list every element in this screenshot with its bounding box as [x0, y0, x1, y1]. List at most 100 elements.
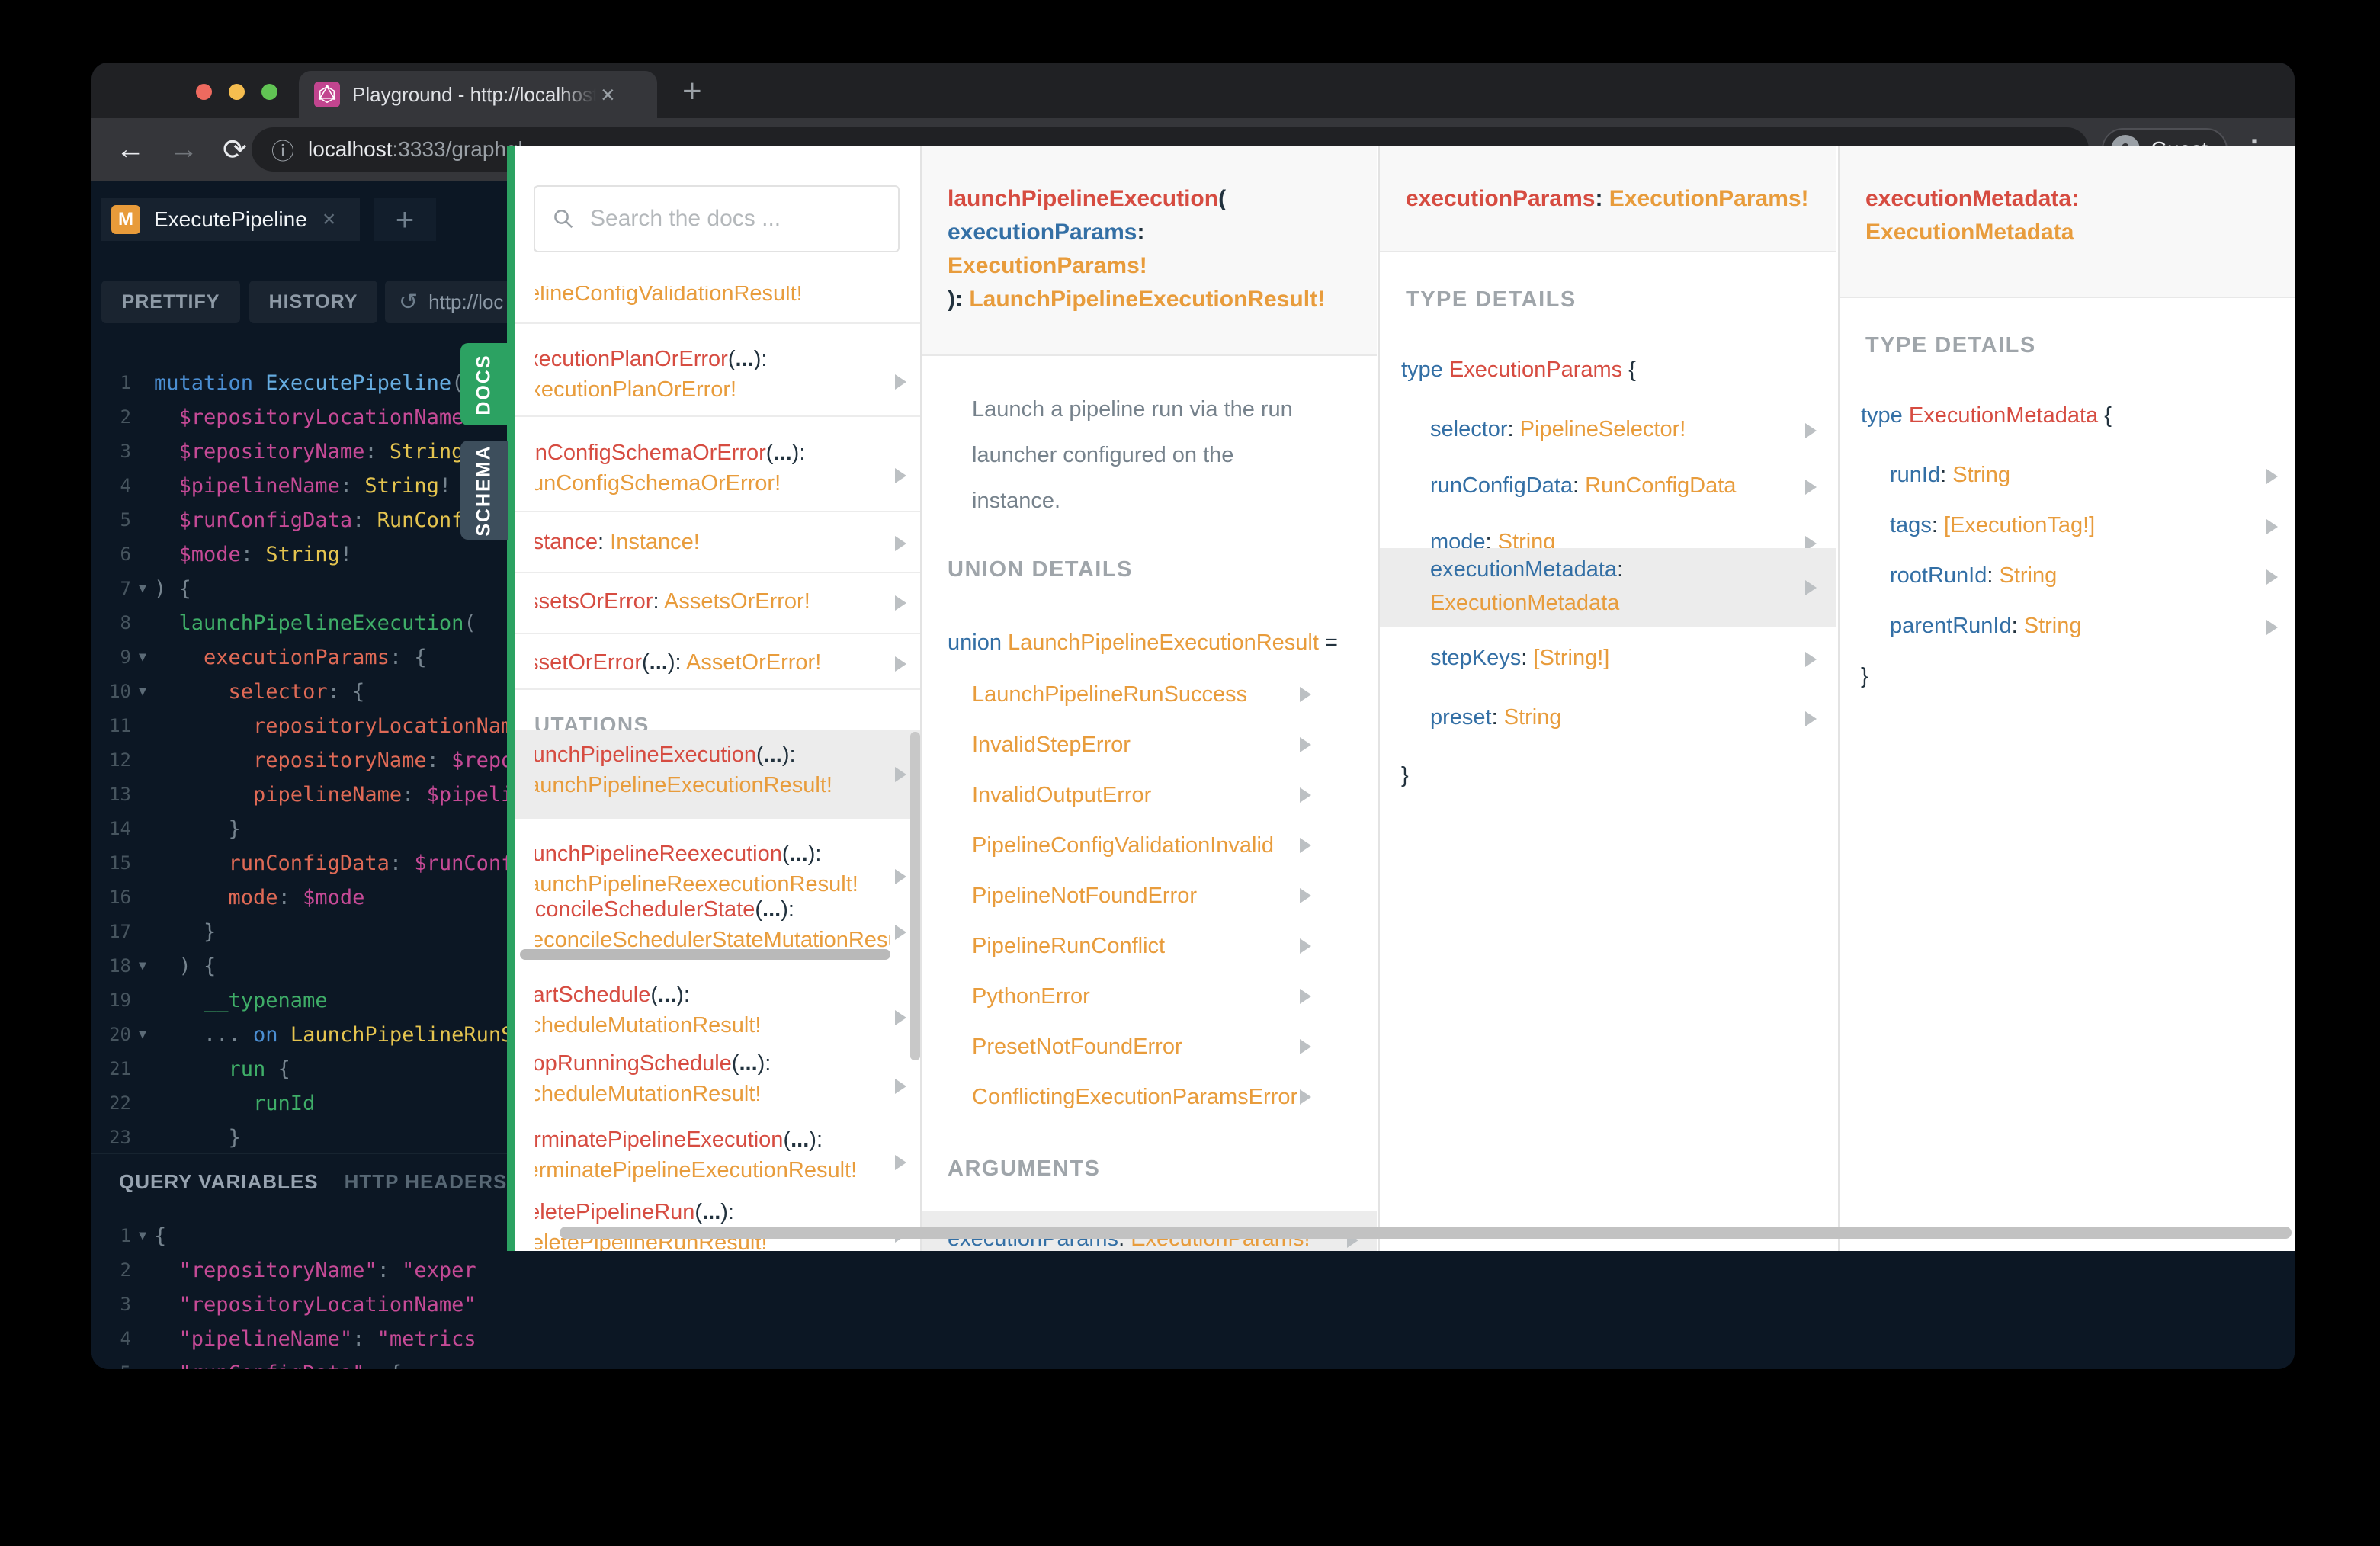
new-tab-button[interactable]: +	[682, 75, 702, 108]
type-field-row[interactable]: rootRunId: String	[1890, 563, 2057, 589]
doc-field-row[interactable]: instance: Instance!	[515, 518, 920, 571]
tab-http-headers[interactable]: HTTP HEADERS	[345, 1170, 508, 1194]
prettify-button[interactable]: PRETTIFY	[101, 281, 240, 323]
docs-search-input[interactable]: Search the docs ...	[534, 185, 900, 252]
code-line[interactable]: 13 pipelineName: $pipelineName	[91, 778, 516, 812]
code-line[interactable]: 12 repositoryName: $repositoryName	[91, 743, 516, 778]
code-line[interactable]: 3 "repositoryLocationName"	[91, 1288, 516, 1322]
code-line[interactable]: 14 }	[91, 812, 516, 846]
endpoint-reload-icon[interactable]: ↺	[399, 289, 418, 316]
code-line[interactable]: 7 ▼) {	[91, 572, 516, 606]
code-line[interactable]: 2 $repositoryLocationName: String!	[91, 400, 516, 435]
code-line[interactable]: 19 __typename	[91, 983, 516, 1018]
code-line[interactable]: 11 repositoryLocationName: $repositoryLo…	[91, 709, 516, 743]
tab-close-icon[interactable]: ×	[601, 82, 615, 107]
code-line[interactable]: 1 ▼{	[91, 1219, 516, 1253]
doc-field-row[interactable]: runConfigSchemaOrError(...): RunConfigSch…	[515, 428, 920, 523]
union-member-row[interactable]: InvalidOutputError	[972, 783, 1311, 808]
session-close-icon[interactable]: ×	[322, 207, 336, 233]
error-mark	[91, 1368, 98, 1369]
union-member-row[interactable]: LaunchPipelineRunSuccess	[972, 682, 1311, 707]
code-line[interactable]: 6 $mode: String!	[91, 537, 516, 572]
chevron-right-icon	[1805, 580, 1817, 595]
docs-metadata-column: executionMetadata: ExecutionMetadata TYPE …	[1840, 146, 2295, 1251]
code-line[interactable]: 18 ▼ ) {	[91, 949, 516, 983]
code-line[interactable]: 2 "repositoryName": "exper	[91, 1253, 516, 1288]
maximize-window-button[interactable]	[261, 84, 277, 100]
arguments-header: ARGUMENTS	[948, 1156, 1101, 1181]
chevron-right-icon	[1300, 687, 1311, 702]
code-line[interactable]: 4 "pipelineName": "metrics	[91, 1322, 516, 1356]
code-line[interactable]: 10 ▼ selector: {	[91, 675, 516, 709]
docs-horizontal-scrollbar[interactable]	[560, 1227, 2292, 1239]
union-declaration: union LaunchPipelineExecutionResult =	[948, 630, 1338, 655]
code-line[interactable]: 17 }	[91, 915, 516, 949]
code-line[interactable]: 15 runConfigData: $runConfigData	[91, 846, 516, 880]
query-editor[interactable]: 1 mutation ExecutePipeline(2 $repositoryL…	[91, 366, 516, 1153]
info-circle-icon[interactable]: ⓘ	[271, 133, 294, 166]
type-field-row-selected[interactable]: executionMetadata: ExecutionMetadata	[1380, 548, 1836, 627]
code-line[interactable]: 23 }	[91, 1121, 516, 1153]
chevron-right-icon	[895, 374, 906, 390]
list-divider	[515, 572, 920, 573]
browser-tab[interactable]: Playground - http://localhost:3 ×	[299, 71, 657, 118]
search-icon	[554, 210, 573, 229]
docs-field-detail-column: launchPipelineExecution( executionParams…	[922, 146, 1377, 1251]
tab-docs[interactable]: DOCS	[460, 343, 508, 425]
code-line[interactable]: 16 mode: $mode	[91, 880, 516, 915]
type-field-row[interactable]: tags: [ExecutionTag!]	[1890, 513, 2095, 538]
doc-field-row[interactable]: launchPipelineExecution(...): LaunchPipel…	[515, 730, 920, 819]
type-field-row[interactable]: parentRunId: String	[1890, 614, 2082, 639]
union-member-row[interactable]: PipelineNotFoundError	[972, 884, 1311, 909]
code-line[interactable]: 9 ▼ executionParams: {	[91, 640, 516, 675]
union-member-row[interactable]: PythonError	[972, 984, 1311, 1009]
docs-panel: Search the docs ... pelineConfigValidati…	[515, 146, 2295, 1251]
code-line[interactable]: 1 mutation ExecutePipeline(	[91, 366, 516, 400]
docs-vertical-scrollbar[interactable]	[910, 732, 920, 1060]
doc-field-row[interactable]: assetOrError(...): AssetOrError!	[515, 638, 920, 691]
type-field-row[interactable]: selector: PipelineSelector!	[1430, 417, 1686, 442]
code-line[interactable]: 20▼ ... on LaunchPipelineRunSuccess {	[91, 1018, 516, 1052]
field-signature-header: launchPipelineExecution( executionParams…	[922, 146, 1377, 356]
doc-field-row[interactable]: reconcileSchedulerState(...): ReconcileSc…	[515, 885, 920, 980]
query-variables-editor[interactable]: 1 ▼{2 "repositoryName": "exper 3 "reposito…	[91, 1210, 516, 1369]
type-close-brace: }	[1861, 664, 1868, 688]
url-path: :3333/graphql	[392, 137, 523, 161]
history-button[interactable]: HISTORY	[249, 281, 377, 323]
union-member-row[interactable]: PresetNotFoundError	[972, 1034, 1311, 1060]
code-line[interactable]: 22 runId	[91, 1086, 516, 1121]
code-line[interactable]: 3 $repositoryName: String!	[91, 435, 516, 469]
type-field-row[interactable]: runConfigData: RunConfigData	[1430, 473, 1736, 499]
union-member-row[interactable]: PipelineRunConflict	[972, 934, 1311, 959]
union-member-row[interactable]: PipelineConfigValidationInvalid	[972, 833, 1311, 858]
code-line[interactable]: 8 launchPipelineExecution(	[91, 606, 516, 640]
chevron-right-icon	[2266, 469, 2278, 484]
session-tab[interactable]: M ExecutePipeline ×	[101, 198, 360, 241]
list-horizontal-scrollbar[interactable]	[520, 949, 890, 960]
close-window-button[interactable]	[196, 84, 212, 100]
new-session-button[interactable]: +	[374, 198, 436, 241]
tab-schema[interactable]: SCHEMA	[460, 441, 508, 540]
code-line[interactable]: 5▼ "runConfigData": {	[91, 1356, 516, 1369]
union-member-row[interactable]: InvalidStepError	[972, 733, 1311, 758]
doc-field-row[interactable]: deletePipelineRun(...):DeletePipelineRun…	[515, 1188, 920, 1251]
back-icon[interactable]: ←	[116, 133, 145, 166]
type-field-row[interactable]: stepKeys: [String!]	[1430, 646, 1609, 671]
docs-fields-column: Search the docs ... pelineConfigValidati…	[515, 146, 920, 1251]
minimize-window-button[interactable]	[229, 84, 245, 100]
type-field-row[interactable]: runId: String	[1890, 463, 2010, 488]
union-member-row[interactable]: ConflictingExecutionParamsError	[972, 1085, 1311, 1110]
code-line[interactable]: 5 $runConfigData: RunConfigData!	[91, 503, 516, 537]
code-line[interactable]: 21 run {	[91, 1052, 516, 1086]
type-details-header: TYPE DETAILS	[1865, 333, 2036, 358]
doc-field-row[interactable]: assetsOrError: AssetsOrError!	[515, 577, 920, 630]
tab-query-variables[interactable]: QUERY VARIABLES	[119, 1170, 319, 1194]
code-line[interactable]: 4 $pipelineName: String!	[91, 469, 516, 503]
list-divider	[515, 415, 920, 417]
chevron-right-icon	[895, 656, 906, 672]
type-field-row[interactable]: preset: String	[1430, 705, 1562, 730]
reload-icon[interactable]: ⟳	[223, 133, 247, 167]
forward-icon[interactable]: →	[169, 133, 198, 166]
chevron-right-icon	[1300, 938, 1311, 954]
endpoint-url: http://loc	[428, 290, 504, 313]
